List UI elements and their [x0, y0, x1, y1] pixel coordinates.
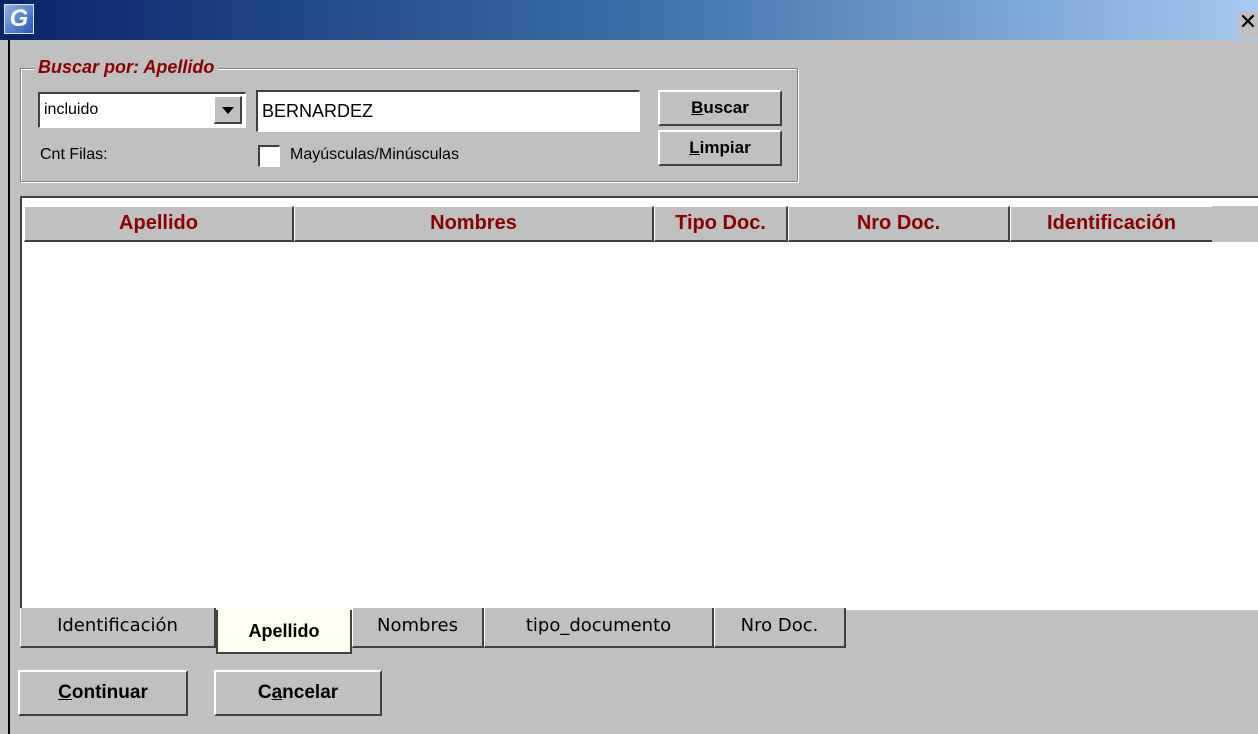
row-count-label: Cnt Filas: — [40, 146, 108, 163]
search-input[interactable] — [256, 90, 640, 132]
column-header-nro-doc[interactable]: Nro Doc. — [788, 206, 1010, 242]
group-title: Buscar por: Apellido — [34, 57, 219, 78]
app-logo-icon: G — [4, 4, 34, 34]
window-border — [8, 40, 10, 734]
match-mode-value: incluido — [44, 101, 99, 118]
case-sensitive-label: Mayúsculas/Minúsculas — [290, 146, 459, 163]
title-bar: G — [0, 0, 1258, 40]
case-sensitive-checkbox[interactable] — [258, 145, 280, 167]
column-header-tipo-doc[interactable]: Tipo Doc. — [654, 206, 788, 242]
grid-header-filler — [1212, 206, 1258, 242]
continuar-button[interactable]: Continuar — [18, 670, 188, 716]
column-header-identificación[interactable]: Identificación — [1010, 206, 1214, 242]
limpiar-button[interactable]: Limpiar — [658, 130, 782, 166]
tab-nro-doc[interactable]: Nro Doc. — [714, 608, 846, 648]
buscar-button[interactable]: Buscar — [658, 90, 782, 126]
column-header-nombres[interactable]: Nombres — [294, 206, 654, 242]
results-grid[interactable]: Apellido Nombres Tipo Doc. Nro Doc. Identifi… — [20, 196, 1258, 610]
close-icon[interactable]: ✕ — [1238, 12, 1258, 38]
column-header-apellido[interactable]: Apellido — [24, 206, 294, 242]
chevron-down-icon — [222, 107, 234, 114]
tab-identificación[interactable]: Identificación — [20, 608, 216, 648]
tab-nombres[interactable]: Nombres — [352, 608, 484, 648]
tab-apellido[interactable]: Apellido — [216, 610, 352, 654]
grid-header: Apellido Nombres Tipo Doc. Nro Doc. Identifi… — [24, 206, 1214, 242]
match-mode-select[interactable]: incluido — [38, 92, 246, 128]
cancelar-button[interactable]: Cancelar — [214, 670, 382, 716]
tab-tipo-documento[interactable]: tipo_documento — [484, 608, 714, 648]
dropdown-button[interactable] — [214, 96, 242, 124]
